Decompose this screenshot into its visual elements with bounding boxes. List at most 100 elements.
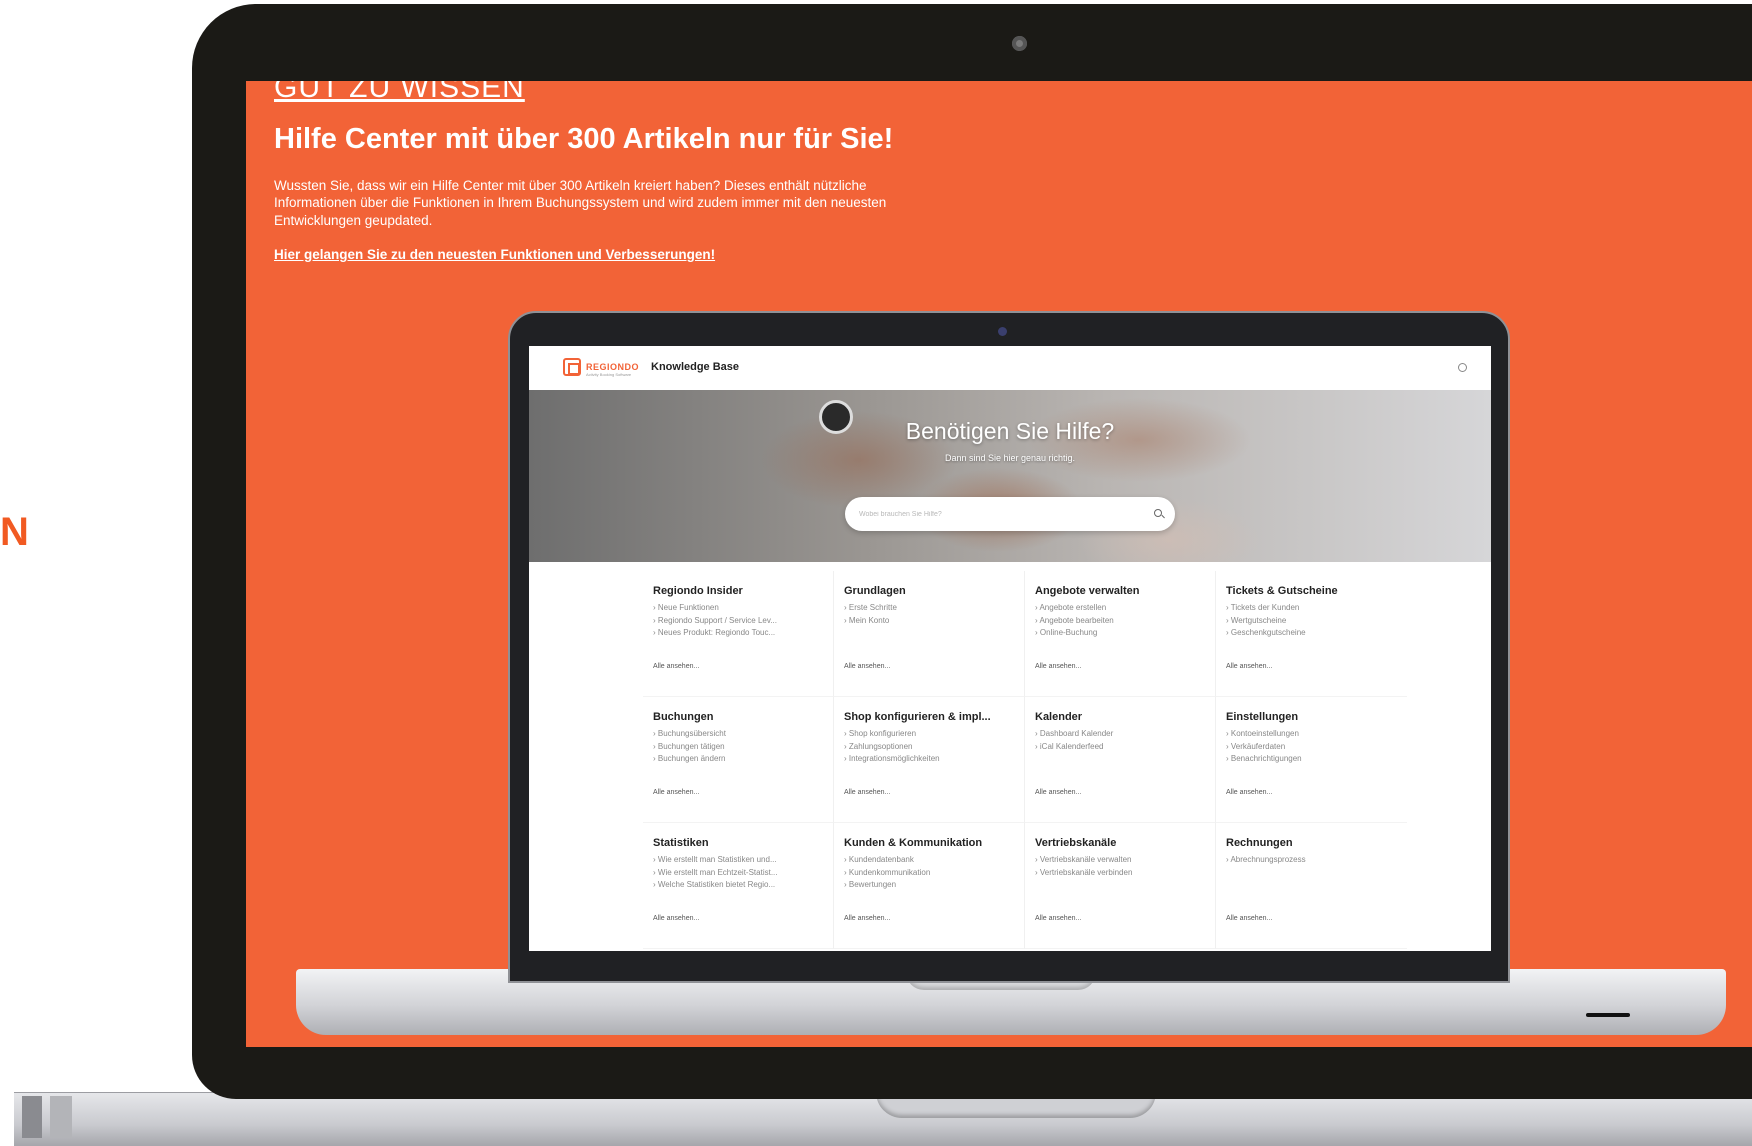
kb-article-list: BuchungsübersichtBuchungen tätigenBuchun… (653, 728, 823, 766)
see-all-link[interactable]: Alle ansehen... (844, 915, 890, 922)
kb-article-link[interactable]: Neues Produkt: Regiondo Touc... (653, 627, 823, 640)
globe-icon[interactable] (1458, 363, 1467, 372)
inner-camera-icon (998, 327, 1007, 336)
kb-category-title[interactable]: Kunden & Kommunikation (844, 837, 1014, 849)
laptop-hinge-highlight (50, 1096, 72, 1138)
section-headline: Hilfe Center mit über 300 Artikeln nur f… (274, 123, 894, 155)
kb-header: REGIONDO Activity Booking Software Knowl… (529, 346, 1491, 390)
kb-article-list: Wie erstellt man Statistiken und...Wie e… (653, 854, 823, 892)
kb-category-title[interactable]: Rechnungen (1226, 837, 1397, 849)
kb-category-card: Shop konfigurieren & impl... Shop konfigu… (834, 697, 1025, 823)
see-all-link[interactable]: Alle ansehen... (1226, 789, 1272, 796)
knowledge-base-screen: REGIONDO Activity Booking Software Knowl… (529, 346, 1491, 951)
kb-article-link[interactable]: Erste Schritte (844, 602, 1014, 615)
kb-article-link[interactable]: Welche Statistiken bietet Regio... (653, 879, 823, 892)
hero-title: Benötigen Sie Hilfe? (905, 418, 1115, 444)
laptop-screen: GUT ZU WISSEN Hilfe Center mit über 300 … (246, 81, 1752, 1047)
features-link[interactable]: Hier gelangen Sie zu den neuesten Funkti… (274, 247, 715, 262)
kb-article-link[interactable]: Online-Buchung (1035, 627, 1205, 640)
see-all-link[interactable]: Alle ansehen... (653, 789, 699, 796)
kb-article-link[interactable]: Vertriebskanäle verwalten (1035, 854, 1205, 867)
search-icon[interactable] (1154, 509, 1162, 517)
kb-article-link[interactable]: Mein Konto (844, 615, 1014, 628)
kb-article-link[interactable]: Wie erstellt man Echtzeit-Statist... (653, 867, 823, 880)
kb-article-list: Neue FunktionenRegiondo Support / Servic… (653, 602, 823, 640)
kb-category-card: Regiondo Insider Neue FunktionenRegiondo … (643, 571, 834, 697)
kb-article-link[interactable]: Zahlungsoptionen (844, 741, 1014, 754)
kb-article-link[interactable]: Kundenkommunikation (844, 867, 1014, 880)
kb-article-link[interactable]: iCal Kalenderfeed (1035, 741, 1205, 754)
kb-category-title[interactable]: Tickets & Gutscheine (1226, 585, 1397, 597)
hero-subtitle: Dann sind Sie hier genau richtig. (944, 453, 1076, 463)
kb-article-link[interactable]: Tickets der Kunden (1226, 602, 1397, 615)
kb-category-card: Einstellungen KontoeinstellungenVerkäufer… (1216, 697, 1407, 823)
kb-category-title[interactable]: Grundlagen (844, 585, 1014, 597)
kb-article-link[interactable]: Abrechnungsprozess (1226, 854, 1397, 867)
kb-category-title[interactable]: Einstellungen (1226, 711, 1397, 723)
kb-article-link[interactable]: Kundendatenbank (844, 854, 1014, 867)
see-all-link[interactable]: Alle ansehen... (1035, 789, 1081, 796)
see-all-link[interactable]: Alle ansehen... (1226, 915, 1272, 922)
kb-search-bar[interactable] (845, 497, 1175, 531)
kb-article-link[interactable]: Geschenkgutscheine (1226, 627, 1397, 640)
kb-article-link[interactable]: Kontoeinstellungen (1226, 728, 1397, 741)
kb-article-list: Shop konfigurierenZahlungsoptionenIntegr… (844, 728, 1014, 766)
kb-article-list: Abrechnungsprozess (1226, 854, 1397, 867)
regiondo-logo-text: REGIONDO (586, 362, 640, 372)
kb-category-title[interactable]: Regiondo Insider (653, 585, 823, 597)
see-all-link[interactable]: Alle ansehen... (1035, 915, 1081, 922)
kb-article-link[interactable]: Dashboard Kalender (1035, 728, 1205, 741)
kb-article-list: Angebote erstellenAngebote bearbeitenOnl… (1035, 602, 1205, 640)
kb-article-link[interactable]: Neue Funktionen (653, 602, 823, 615)
kb-article-list: KontoeinstellungenVerkäuferdatenBenachri… (1226, 728, 1397, 766)
kb-article-link[interactable]: Vertriebskanäle verbinden (1035, 867, 1205, 880)
regiondo-logo[interactable]: REGIONDO Activity Booking Software (563, 358, 640, 377)
kb-hero-banner: Benötigen Sie Hilfe? Dann sind Sie hier … (529, 390, 1491, 562)
kb-article-link[interactable]: Angebote erstellen (1035, 602, 1205, 615)
see-all-link[interactable]: Alle ansehen... (653, 915, 699, 922)
kb-article-link[interactable]: Angebote bearbeiten (1035, 615, 1205, 628)
kb-article-list: Vertriebskanäle verwaltenVertriebskanäle… (1035, 854, 1205, 879)
see-all-link[interactable]: Alle ansehen... (844, 663, 890, 670)
section-body-text: Wussten Sie, dass wir ein Hilfe Center m… (274, 178, 887, 228)
laptop-hinge (22, 1096, 42, 1138)
see-all-link[interactable]: Alle ansehen... (844, 789, 890, 796)
kb-category-card: Kunden & Kommunikation KundendatenbankKun… (834, 823, 1025, 949)
kb-article-link[interactable]: Wertgutscheine (1226, 615, 1397, 628)
kb-search-input[interactable] (859, 506, 1129, 522)
kb-category-card: Statistiken Wie erstellt man Statistiken … (643, 823, 834, 949)
section-eyebrow-link[interactable]: GUT ZU WISSEN (274, 81, 525, 105)
kb-category-title[interactable]: Buchungen (653, 711, 823, 723)
kb-category-card: Rechnungen Abrechnungsprozess Alle ansehen… (1216, 823, 1407, 949)
kb-article-link[interactable]: Verkäuferdaten (1226, 741, 1397, 754)
kb-category-card: Grundlagen Erste SchritteMein Konto Alle a… (834, 571, 1025, 697)
kb-category-card: Vertriebskanäle Vertriebskanäle verwalten… (1025, 823, 1216, 949)
kb-category-title[interactable]: Vertriebskanäle (1035, 837, 1205, 849)
kb-article-list: KundendatenbankKundenkommunikationBewert… (844, 854, 1014, 892)
kb-category-card: Buchungen BuchungsübersichtBuchungen täti… (643, 697, 834, 823)
cropped-heading-fragment: N (0, 510, 29, 554)
see-all-link[interactable]: Alle ansehen... (1035, 663, 1081, 670)
kb-article-link[interactable]: Buchungsübersicht (653, 728, 823, 741)
see-all-link[interactable]: Alle ansehen... (1226, 663, 1272, 670)
regiondo-logo-subtitle: Activity Booking Software (586, 372, 632, 377)
see-all-link[interactable]: Alle ansehen... (653, 663, 699, 670)
kb-category-title[interactable]: Angebote verwalten (1035, 585, 1205, 597)
kb-article-list: Erste SchritteMein Konto (844, 602, 1014, 627)
kb-article-link[interactable]: Wie erstellt man Statistiken und... (653, 854, 823, 867)
kb-article-link[interactable]: Benachrichtigungen (1226, 753, 1397, 766)
kb-title: Knowledge Base (651, 361, 740, 373)
kb-article-link[interactable]: Integrationsmöglichkeiten (844, 753, 1014, 766)
kb-category-card: Tickets & Gutscheine Tickets der KundenWe… (1216, 571, 1407, 697)
kb-category-title[interactable]: Shop konfigurieren & impl... (844, 711, 1014, 723)
kb-category-card: Kalender Dashboard KalenderiCal Kalenderf… (1025, 697, 1216, 823)
kb-article-link[interactable]: Buchungen tätigen (653, 741, 823, 754)
kb-category-title[interactable]: Statistiken (653, 837, 823, 849)
regiondo-logo-icon (563, 358, 581, 376)
kb-article-link[interactable]: Buchungen ändern (653, 753, 823, 766)
inner-laptop-led (1586, 1013, 1630, 1017)
kb-article-link[interactable]: Shop konfigurieren (844, 728, 1014, 741)
kb-category-title[interactable]: Kalender (1035, 711, 1205, 723)
kb-article-link[interactable]: Regiondo Support / Service Lev... (653, 615, 823, 628)
kb-article-link[interactable]: Bewertungen (844, 879, 1014, 892)
